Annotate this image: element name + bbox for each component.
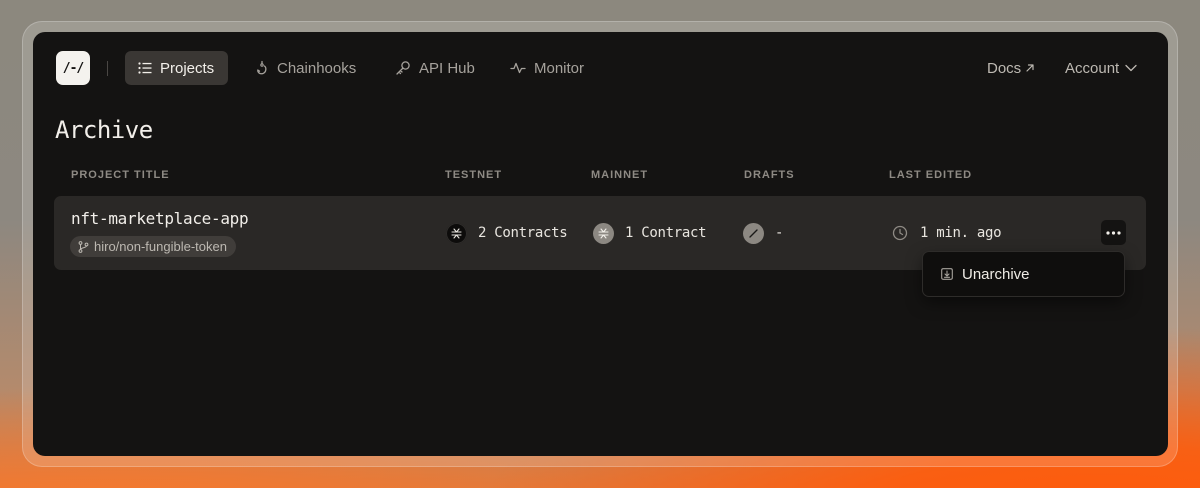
nav-item-label: API Hub [419, 59, 475, 77]
git-branch-icon [78, 240, 89, 253]
list-icon [138, 62, 152, 74]
nav-item-monitor[interactable]: Monitor [510, 51, 584, 85]
row-actions-button[interactable] [1101, 220, 1126, 245]
nav-item-label: Projects [160, 59, 215, 77]
menu-item-unarchive[interactable]: Unarchive [929, 257, 1118, 291]
activity-icon [510, 62, 526, 74]
hook-icon [257, 60, 267, 75]
nav-divider [107, 61, 108, 76]
chevron-down-icon [1123, 63, 1147, 73]
last-edited-cell: 1 min. ago [892, 222, 1002, 244]
nav-item-api-hub[interactable]: API Hub [395, 51, 475, 85]
mainnet-value: 1 Contract [625, 225, 707, 241]
branch-badge: hiro/non-fungible-token [70, 236, 236, 257]
mainnet-cell: 1 Contract [593, 222, 707, 244]
menu-item-label: Unarchive [962, 265, 1030, 283]
nav-item-projects[interactable]: Projects [125, 51, 229, 85]
account-menu[interactable]: Account [1065, 51, 1147, 85]
row-actions-menu: Unarchive [923, 252, 1124, 296]
branch-name: hiro/non-fungible-token [94, 239, 227, 254]
column-header-last-edited: LAST EDITED [889, 169, 973, 181]
docs-link[interactable]: Docs [987, 51, 1043, 85]
clock-icon [892, 225, 908, 241]
project-title[interactable]: nft-marketplace-app [71, 209, 249, 228]
stacks-testnet-icon [446, 222, 467, 244]
account-label: Account [1065, 59, 1120, 77]
pencil-icon [743, 222, 764, 244]
column-header-drafts: DRAFTS [744, 169, 795, 181]
nav-item-label: Chainhooks [277, 59, 357, 77]
app-window: /-/ Projects Chainhooks API Hub Monitor … [33, 32, 1168, 456]
last-edited-value: 1 min. ago [920, 225, 1002, 241]
column-header-testnet: TESTNET [445, 169, 503, 181]
nav-item-label: Monitor [534, 59, 585, 77]
docs-label: Docs [987, 59, 1022, 77]
testnet-value: 2 Contracts [478, 225, 568, 241]
drafts-cell: - [743, 222, 783, 244]
unarchive-icon [941, 268, 953, 280]
stacks-mainnet-icon [593, 222, 614, 244]
drafts-value: - [775, 225, 784, 241]
page-title: Archive [55, 116, 153, 144]
external-link-icon [1025, 63, 1043, 73]
column-header-mainnet: MAINNET [591, 169, 649, 181]
nav-item-chainhooks[interactable]: Chainhooks [255, 51, 356, 85]
top-nav: /-/ Projects Chainhooks API Hub Monitor … [33, 32, 1168, 102]
testnet-cell: 2 Contracts [446, 222, 568, 244]
more-horizontal-icon [1106, 230, 1121, 235]
key-icon [396, 61, 410, 75]
column-header-project-title: PROJECT TITLE [71, 169, 170, 181]
hiro-logo[interactable]: /-/ [56, 51, 90, 85]
